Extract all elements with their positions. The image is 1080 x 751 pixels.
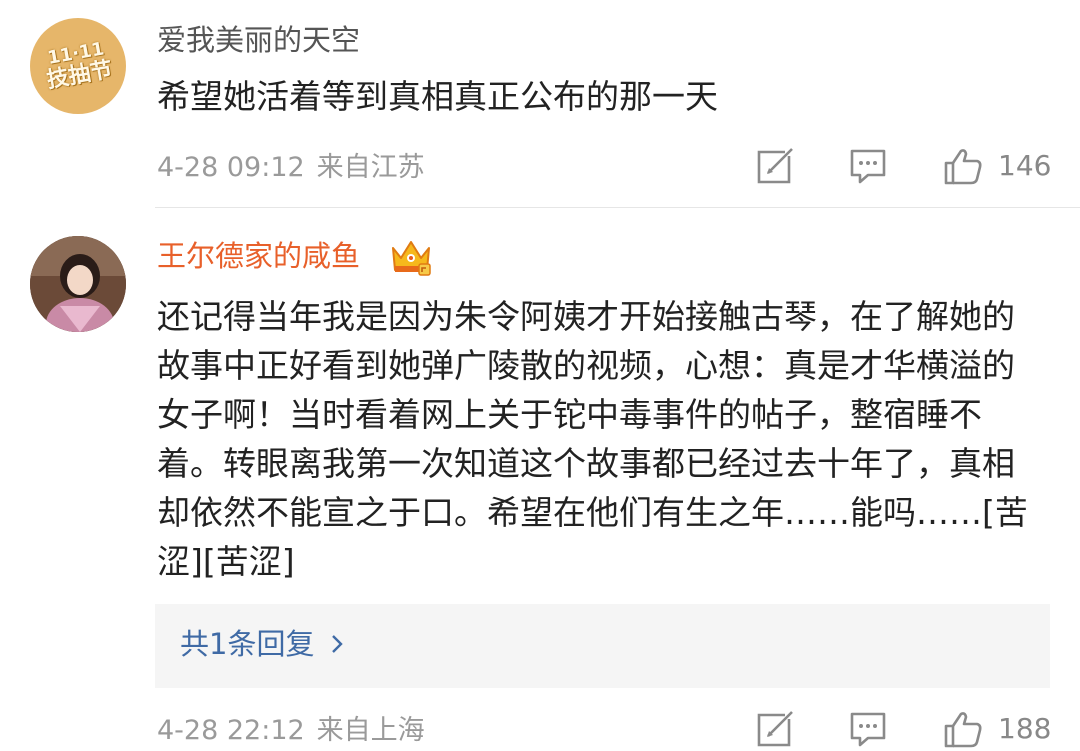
comment-icon[interactable] xyxy=(848,709,888,749)
chevron-right-icon xyxy=(332,635,344,653)
share-icon[interactable] xyxy=(755,146,795,186)
comment-meta: 4-28 22:12 来自上海 xyxy=(157,713,425,749)
comment-text: 希望她活着等到真相真正公布的那一天 xyxy=(157,77,718,116)
share-icon[interactable] xyxy=(755,709,795,749)
replies-label: 共1条回复 xyxy=(180,627,315,661)
comment-meta: 4-28 09:12 来自江苏 xyxy=(157,150,425,186)
avatar-badge-text: 11·11 技抽节 xyxy=(32,35,123,97)
comment-item: 11·11 技抽节 爱我美丽的天空 希望她活着等到真相真正公布的那一天 4-28… xyxy=(0,0,1080,208)
avatar[interactable] xyxy=(30,236,126,332)
avatar[interactable]: 11·11 技抽节 xyxy=(30,18,126,114)
replies-link[interactable]: 共1条回复 xyxy=(180,624,344,664)
comment-item: 王尔德家的咸鱼 还记得当年我是因为朱令阿姨才开始接触古琴，在了解她的故事中正好看… xyxy=(0,208,1080,751)
avatar-image xyxy=(30,236,126,332)
crown-icon xyxy=(392,241,431,276)
like-count: 146 xyxy=(998,149,1052,182)
comment-text: 还记得当年我是因为朱令阿姨才开始接触古琴，在了解她的故事中正好看到她弹广陵散的视… xyxy=(157,297,1028,581)
location: 来自上海 xyxy=(316,715,425,746)
like-count: 188 xyxy=(998,712,1052,745)
username[interactable]: 王尔德家的咸鱼 xyxy=(157,236,360,276)
replies-box[interactable]: 共1条回复 xyxy=(155,604,1050,688)
thumbs-up-icon[interactable] xyxy=(943,146,983,186)
username[interactable]: 爱我美丽的天空 xyxy=(157,20,360,60)
timestamp: 4-28 09:12 xyxy=(157,152,305,183)
thumbs-up-icon[interactable] xyxy=(943,709,983,749)
location: 来自江苏 xyxy=(316,152,425,183)
comment-icon[interactable] xyxy=(848,146,888,186)
timestamp: 4-28 22:12 xyxy=(157,715,305,746)
